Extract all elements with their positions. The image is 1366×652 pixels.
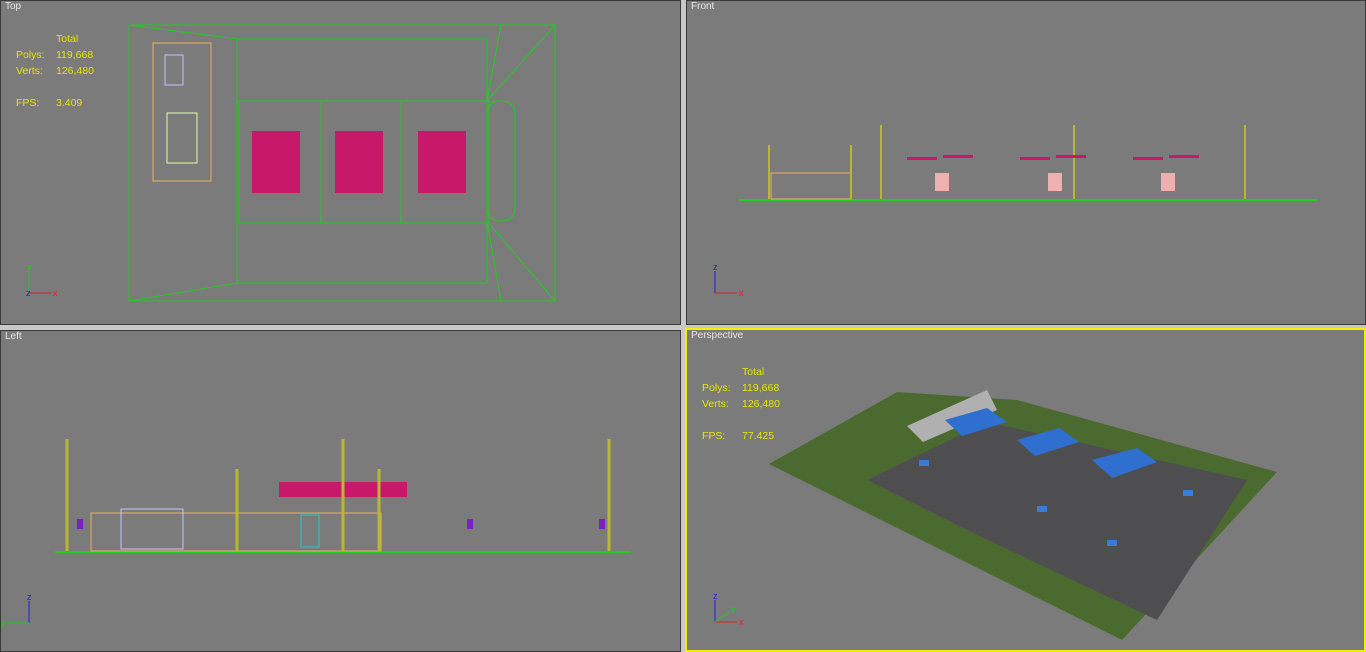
top-wireframe xyxy=(128,24,556,302)
viewport-left[interactable]: Left z y xyxy=(0,330,681,652)
verts-label: Verts: xyxy=(702,398,729,410)
axis-gizmo-left: z y xyxy=(1,593,32,628)
axis-z-label: z xyxy=(713,263,718,272)
axis-y-label: y xyxy=(731,604,736,614)
axis-gizmo-perspective: z x y xyxy=(713,592,744,627)
stats-total-label: Total xyxy=(742,366,765,378)
axis-z-label: z xyxy=(27,593,32,602)
viewport-top[interactable]: Top Total Polys: 119,668 Verts: 126,480 … xyxy=(0,0,681,325)
axis-z-label: z xyxy=(713,592,718,601)
left-wireframe xyxy=(55,439,631,553)
viewport-perspective[interactable]: Perspective Total Polys: 119,668 Verts: … xyxy=(685,328,1366,652)
stats-overlay-perspective: Total Polys: 119,668 Verts: 126,480 FPS:… xyxy=(702,364,802,444)
axis-gizmo-front: z x xyxy=(713,263,744,298)
axis-y-label: y xyxy=(1,618,6,628)
polys-label: Polys: xyxy=(702,382,731,394)
axis-x-label: x xyxy=(739,617,744,627)
polys-value: 119,668 xyxy=(742,382,780,394)
fps-value: 77.425 xyxy=(742,430,775,442)
front-wireframe xyxy=(739,125,1317,201)
verts-value: 126,480 xyxy=(742,398,780,410)
fps-label: FPS: xyxy=(702,430,726,442)
axis-y-label: y xyxy=(27,263,32,272)
axis-x-label: x xyxy=(53,288,58,298)
axis-gizmo: y x z xyxy=(26,263,58,298)
viewport-front[interactable]: Front z x xyxy=(686,0,1366,325)
axis-z-label: z xyxy=(26,288,31,298)
axis-x-label: x xyxy=(739,288,744,298)
